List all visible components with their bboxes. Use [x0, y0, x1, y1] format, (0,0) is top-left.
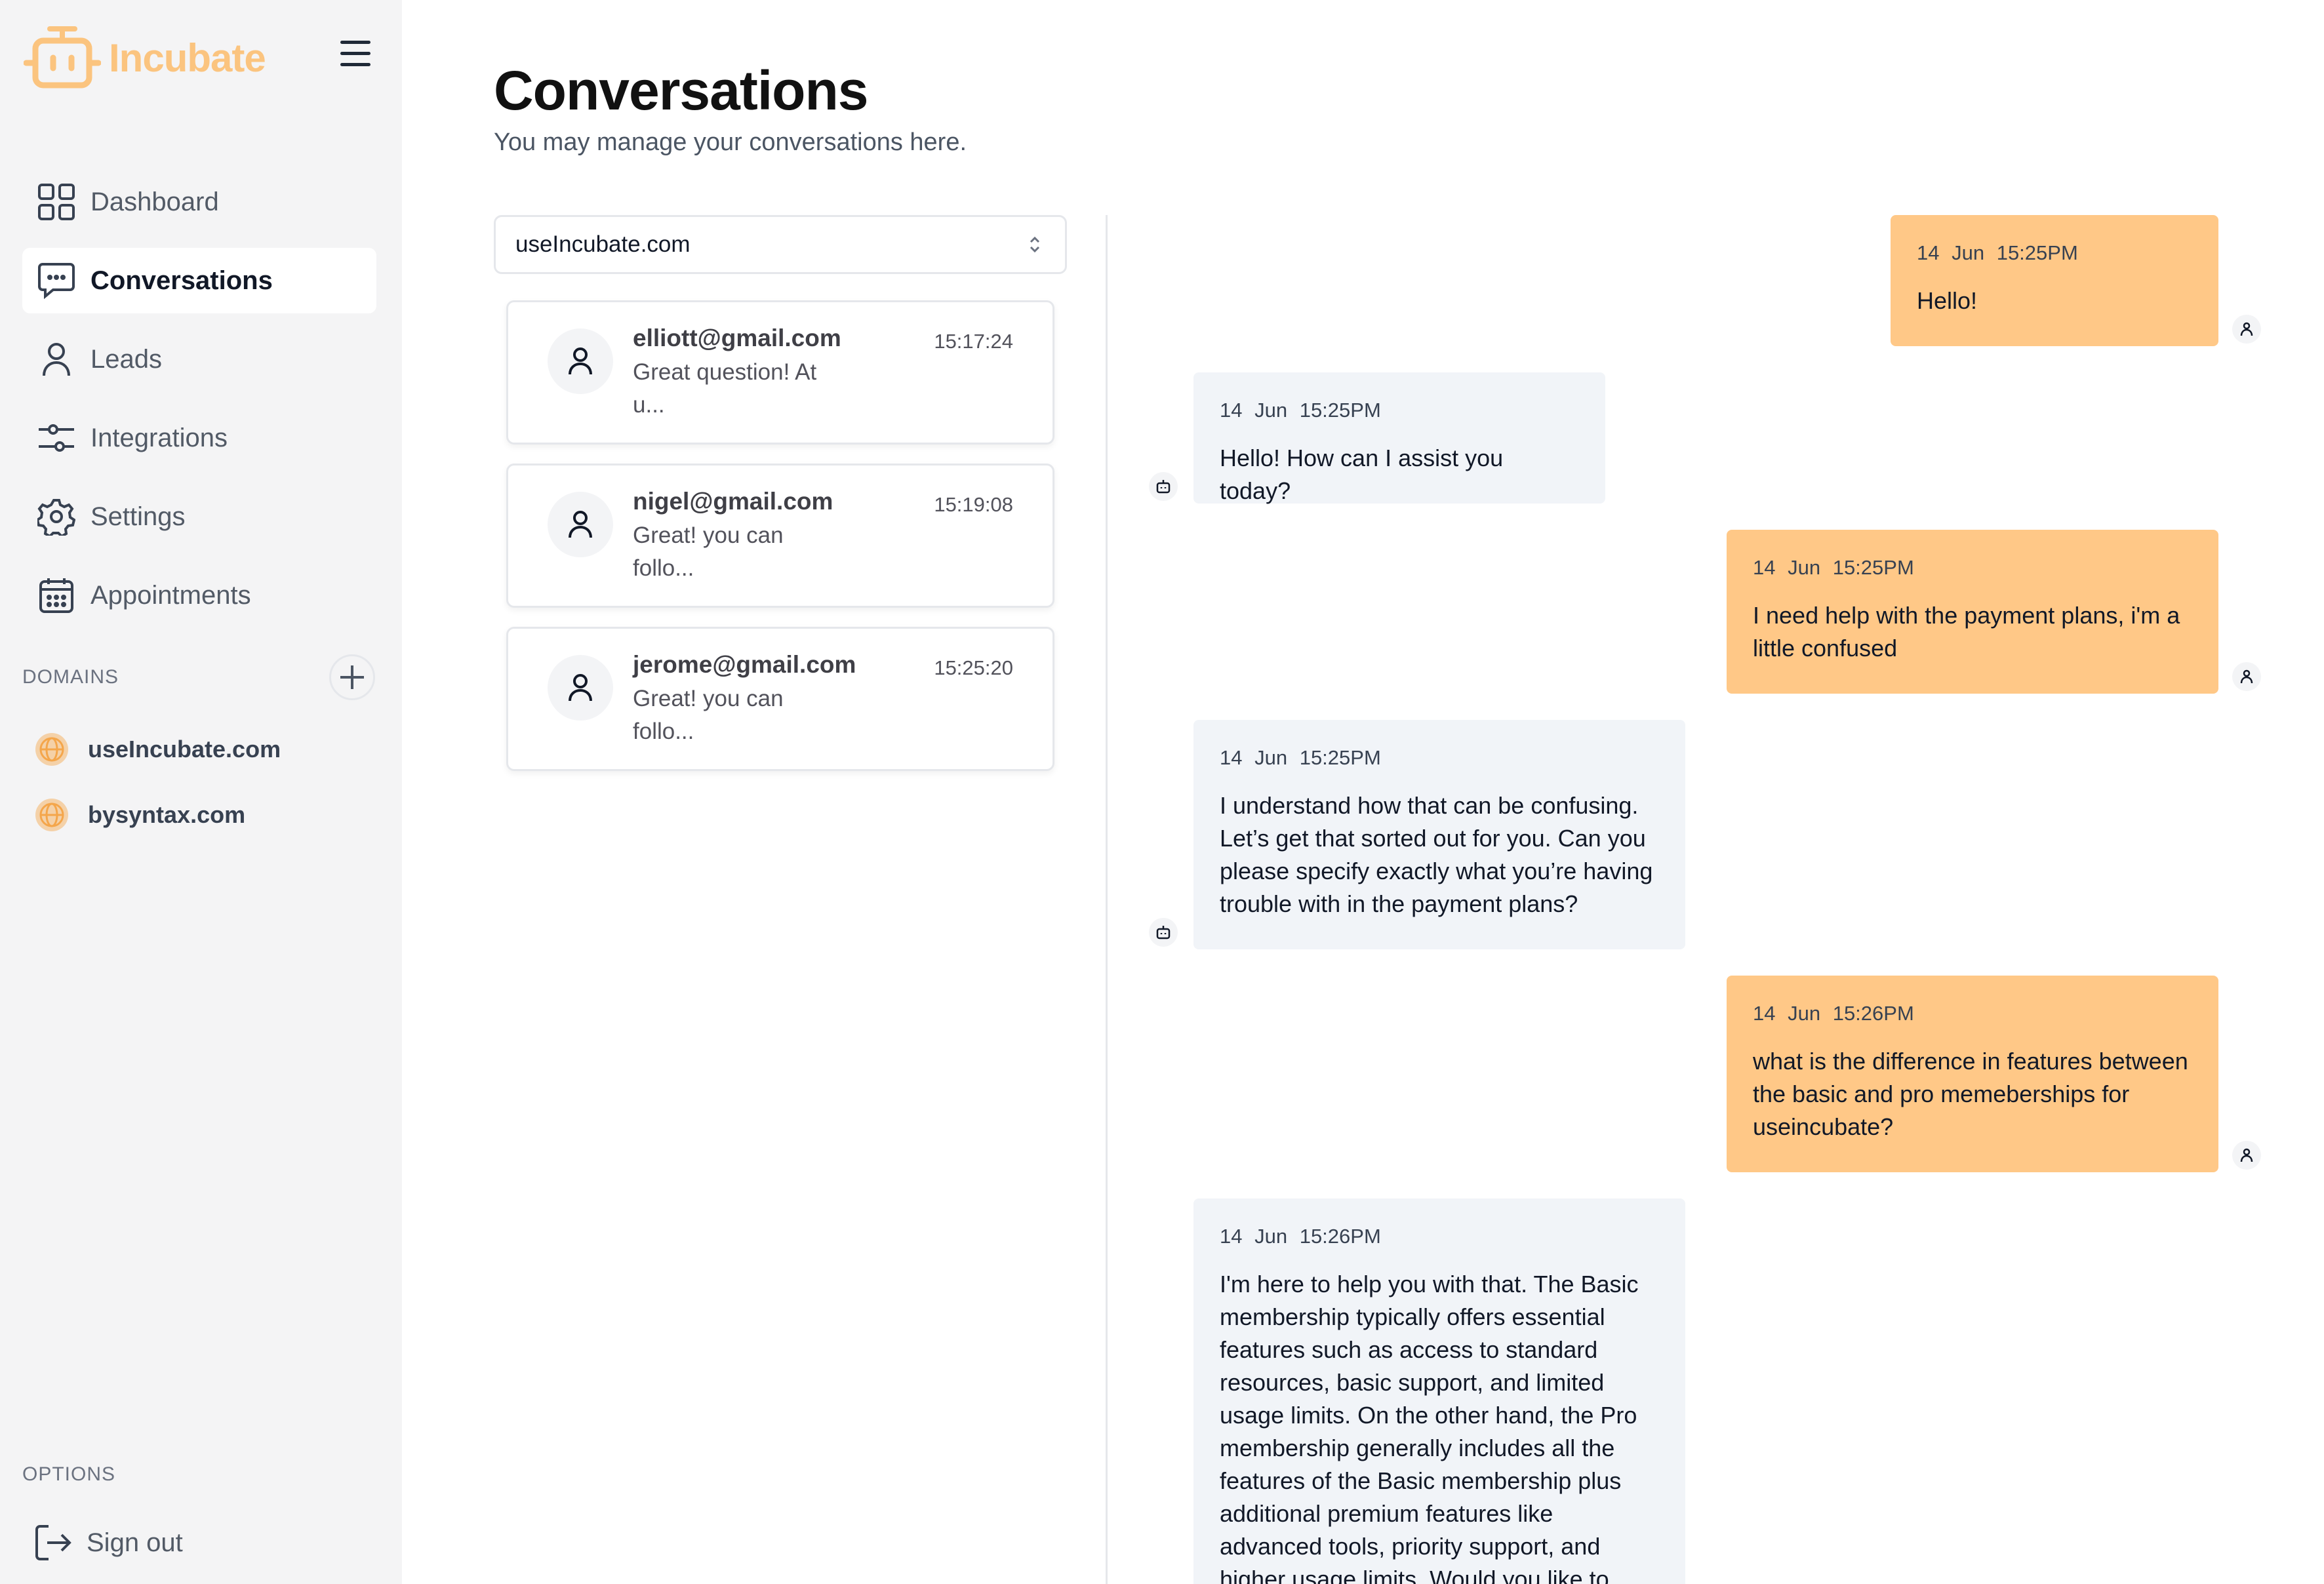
sidebar-item-integrations[interactable]: Integrations: [22, 405, 376, 471]
domain-label: useIncubate.com: [88, 736, 281, 762]
message-time: 15:25PM: [1299, 746, 1381, 769]
conversation-email: jerome@gmail.com: [633, 651, 856, 678]
page-subtitle: You may manage your conversations here.: [494, 129, 967, 156]
user-avatar: [548, 328, 613, 394]
sidebar-item-leads[interactable]: Leads: [22, 327, 376, 392]
sidebar-item-label: Conversations: [90, 266, 273, 295]
panel-divider: [1106, 215, 1108, 1584]
message-date: 14 Jun: [1753, 556, 1821, 579]
globe-icon: [35, 733, 68, 766]
user-avatar-icon: [2232, 315, 2261, 344]
user-avatar-icon: [2232, 662, 2261, 691]
message-text: I understand how that can be confusing. …: [1220, 792, 1653, 917]
chat-message-bot: 14 Jun 15:26PM I'm here to help you with…: [1193, 1198, 1685, 1584]
conversation-card[interactable]: nigel@gmail.com Great! you can follo... …: [506, 464, 1054, 608]
message-time: 15:26PM: [1832, 1002, 1914, 1025]
domain-select[interactable]: useIncubate.com: [494, 215, 1067, 274]
sidebar: Incubate Dashboard Conversations Leads I…: [0, 0, 402, 1584]
sidebar-item-dashboard[interactable]: Dashboard: [22, 169, 376, 235]
message-text: I need help with the payment plans, i'm …: [1753, 602, 2180, 662]
sign-out-button[interactable]: Sign out: [34, 1524, 183, 1562]
message-date: 14 Jun: [1753, 1002, 1821, 1025]
user-avatar: [548, 655, 613, 721]
message-date: 14 Jun: [1220, 746, 1288, 769]
plus-icon: [340, 665, 364, 689]
conversation-time: 15:19:08: [934, 493, 1013, 516]
message-date: 14 Jun: [1220, 1225, 1288, 1248]
sidebar-item-label: Integrations: [90, 423, 228, 452]
conversation-card[interactable]: elliott@gmail.com Great question! At u..…: [506, 300, 1054, 445]
robot-logo-icon: [24, 26, 101, 89]
domain-select-value: useIncubate.com: [515, 231, 691, 257]
sidebar-item-settings[interactable]: Settings: [22, 484, 376, 549]
message-date: 14 Jun: [1917, 241, 1985, 264]
brand-name: Incubate: [109, 35, 266, 80]
add-domain-button[interactable]: [329, 654, 375, 700]
domains-section-label: DOMAINS: [22, 666, 119, 688]
sidebar-item-label: Leads: [90, 344, 162, 374]
sidebar-nav: Dashboard Conversations Leads Integratio…: [22, 169, 376, 641]
user-icon: [569, 511, 592, 538]
calendar-icon: [37, 576, 76, 615]
message-text: what is the difference in features betwe…: [1753, 1048, 2188, 1140]
message-time: 15:25PM: [1299, 399, 1381, 422]
brand-logo[interactable]: Incubate: [24, 25, 266, 90]
user-icon: [37, 340, 76, 379]
conversation-time: 15:25:20: [934, 656, 1013, 679]
conversation-email: nigel@gmail.com: [633, 488, 833, 515]
message-date: 14 Jun: [1220, 399, 1288, 422]
user-avatar: [548, 492, 613, 557]
sliders-icon: [37, 418, 76, 458]
conversation-preview: Great! you can follo...: [633, 686, 784, 744]
chat-message-user: 14 Jun 15:25PM Hello!: [1891, 215, 2218, 346]
user-icon: [569, 674, 592, 702]
sidebar-item-conversations[interactable]: Conversations: [22, 248, 376, 313]
message-time: 15:26PM: [1299, 1225, 1381, 1248]
bot-avatar-icon: [1149, 472, 1178, 501]
hamburger-icon: [340, 41, 371, 44]
domain-item-bysyntax[interactable]: bysyntax.com: [34, 797, 245, 833]
domain-label: bysyntax.com: [88, 801, 246, 828]
sign-out-label: Sign out: [87, 1528, 183, 1557]
chat-message-user: 14 Jun 15:26PM what is the difference in…: [1727, 976, 2218, 1172]
conversation-email: elliott@gmail.com: [633, 325, 841, 351]
sidebar-item-label: Dashboard: [90, 187, 219, 216]
gear-icon: [37, 497, 76, 536]
user-avatar-icon: [2232, 1141, 2261, 1170]
logout-icon: [35, 1525, 71, 1560]
chat-message-user: 14 Jun 15:25PM I need help with the paym…: [1727, 530, 2218, 694]
chevron-up-down-icon: [1030, 236, 1040, 253]
sidebar-item-label: Appointments: [90, 580, 251, 610]
app-root: Incubate Dashboard Conversations Leads I…: [0, 0, 2324, 1584]
user-icon: [569, 347, 592, 375]
conversation-preview: Great question! At u...: [633, 359, 817, 418]
sidebar-item-label: Settings: [90, 502, 186, 531]
dashboard-icon: [37, 182, 76, 222]
globe-icon: [35, 799, 68, 831]
conversation-card[interactable]: jerome@gmail.com Great! you can follo...…: [506, 627, 1054, 771]
sidebar-item-appointments[interactable]: Appointments: [22, 563, 376, 628]
conversation-preview: Great! you can follo...: [633, 523, 784, 581]
options-section-label: OPTIONS: [22, 1463, 116, 1485]
message-time: 15:25PM: [1832, 556, 1914, 579]
chat-message-bot: 14 Jun 15:25PM Hello! How can I assist y…: [1193, 372, 1605, 504]
chat-icon: [37, 261, 76, 300]
chat-message-bot: 14 Jun 15:25PM I understand how that can…: [1193, 720, 1685, 949]
page-title: Conversations: [494, 60, 868, 121]
bot-avatar-icon: [1149, 918, 1178, 947]
message-text: Hello! How can I assist you today?: [1220, 445, 1504, 504]
domain-item-useincubate[interactable]: useIncubate.com: [34, 732, 281, 767]
message-time: 15:25PM: [1996, 241, 2078, 264]
message-text: I'm here to help you with that. The Basi…: [1220, 1271, 1639, 1584]
conversation-time: 15:17:24: [934, 330, 1013, 353]
hamburger-menu-button[interactable]: [338, 41, 372, 75]
message-text: Hello!: [1917, 287, 1978, 314]
